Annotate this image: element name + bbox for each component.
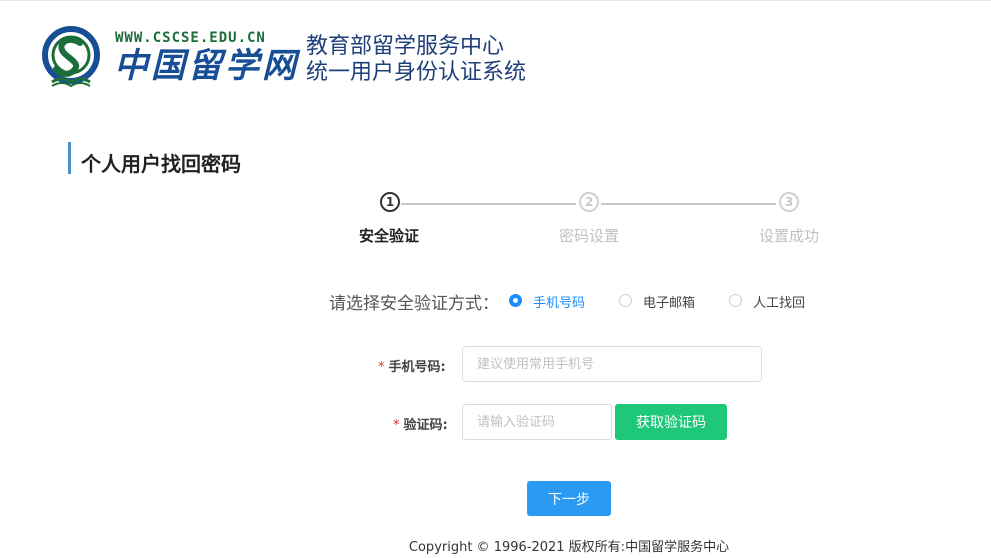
code-field-label: * 验证码:	[393, 414, 448, 433]
phone-input[interactable]	[462, 346, 762, 382]
code-label-text: 验证码:	[403, 418, 448, 433]
system-title-line2: 统一用户身份认证系统	[306, 60, 527, 85]
copyright-footer: Copyright © 1996-2021 版权所有:中国留学服务中心	[408, 540, 730, 555]
step-1-label: 安全验证	[358, 227, 419, 245]
cscse-emblem-icon	[42, 26, 100, 88]
required-mark: *	[393, 418, 400, 433]
phone-field-label: * 手机号码:	[378, 356, 446, 375]
verification-code-input[interactable]	[462, 404, 612, 440]
next-step-button[interactable]: 下一步	[527, 481, 611, 516]
radio-manual-label[interactable]: 人工找回	[753, 292, 805, 311]
phone-label-text: 手机号码:	[388, 360, 446, 375]
step-2-label: 密码设置	[558, 227, 619, 245]
required-mark: *	[378, 360, 385, 375]
radio-email[interactable]	[619, 294, 632, 307]
site-logo[interactable]: WWW.CSCSE.EDU.CN 中国留学网	[42, 26, 296, 92]
page-title: 个人用户找回密码	[81, 152, 241, 176]
logo-wordmark: 中国留学网	[114, 46, 299, 86]
radio-manual[interactable]	[729, 294, 742, 307]
step-connector-2	[601, 203, 776, 205]
radio-phone-label[interactable]: 手机号码	[533, 292, 585, 311]
get-code-button[interactable]: 获取验证码	[615, 404, 727, 440]
system-title: 教育部留学服务中心 统一用户身份认证系统	[306, 34, 526, 86]
step-1-indicator: 1	[380, 192, 400, 212]
step-connector-1	[401, 203, 576, 205]
radio-phone[interactable]	[509, 294, 522, 307]
logo-url-text: WWW.CSCSE.EDU.CN	[115, 30, 266, 46]
section-accent-bar	[68, 142, 71, 174]
verify-method-label: 请选择安全验证方式：	[329, 294, 499, 314]
radio-email-label[interactable]: 电子邮箱	[643, 292, 695, 311]
password-recovery-page: WWW.CSCSE.EDU.CN 中国留学网 教育部留学服务中心 统一用户身份认…	[0, 0, 991, 558]
system-title-line1: 教育部留学服务中心	[306, 34, 505, 59]
step-3-indicator: 3	[779, 192, 799, 212]
step-3-label: 设置成功	[758, 227, 819, 245]
step-2-indicator: 2	[579, 192, 599, 212]
top-divider	[0, 0, 991, 1]
